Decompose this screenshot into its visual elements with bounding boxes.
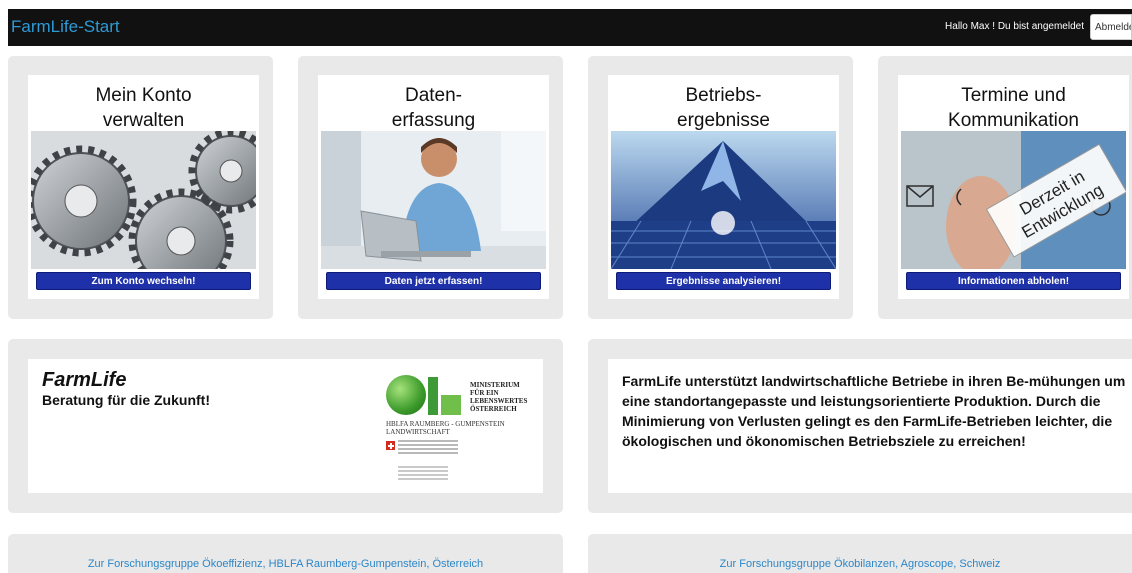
tile-card: Daten- erfassung Daten jetzt erfassen! [318,75,549,299]
brand-card: FarmLife Beratung für die Zukunft! MINIS… [28,359,543,493]
tile-title: Termine und Kommunikation [948,85,1079,131]
description-panel: FarmLife unterstützt landwirtschaftliche… [588,339,1132,513]
tile-title: Betriebs- ergebnisse [677,85,770,131]
tile-data-entry: Daten- erfassung Daten jetzt erfassen! [298,56,563,319]
tile-title: Daten- erfassung [391,85,476,131]
link-panel-left: Zur Forschungsgruppe Ökoeffizienz, HBLFA… [8,534,563,573]
account-button[interactable]: Zum Konto wechseln! [36,272,251,290]
farmlife-subtitle: Beratung für die Zukunft! [42,392,210,408]
gears-image [31,131,256,269]
mountain-grid-image [611,131,836,269]
ministry-text: MINISTERIUM FÜR EIN LEBENSWERTES ÖSTERRE… [470,381,528,413]
brand-link[interactable]: FarmLife-Start [11,17,120,37]
tile-communication: Termine und Kommunikation Derzeit in Ent… [878,56,1132,319]
top-navbar: FarmLife-Start Hallo Max ! Du bist angem… [8,9,1132,46]
results-button[interactable]: Ergebnisse analysieren! [616,272,831,290]
tile-results: Betriebs- ergebnisse Ergebnisse analysie… [588,56,853,319]
research-group-switzerland-link[interactable]: Zur Forschungsgruppe Ökobilanzen, Agrosc… [588,558,1132,570]
swiss-department-text [398,466,448,482]
description-text: FarmLife unterstützt landwirtschaftliche… [622,373,1126,449]
partner-logo: MINISTERIUM FÜR EIN LEBENSWERTES ÖSTERRE… [386,373,542,493]
communication-button[interactable]: Informationen abholen! [906,272,1121,290]
logo-bar [428,377,438,415]
tile-card: Termine und Kommunikation Derzeit in Ent… [898,75,1129,299]
logo-square [441,395,461,415]
swiss-flag-icon [386,441,395,450]
research-group-austria-link[interactable]: Zur Forschungsgruppe Ökoeffizienz, HBLFA… [8,558,563,570]
communication-image: Derzeit in Entwicklung [901,131,1126,269]
tile-title: Mein Konto verwalten [95,85,192,131]
description-card: FarmLife unterstützt landwirtschaftliche… [608,359,1132,493]
tile-account: Mein Konto verwalten Zum Konto wechseln! [8,56,273,319]
link-panel-right: Zur Forschungsgruppe Ökobilanzen, Agrosc… [588,534,1132,573]
logout-button[interactable]: Abmelden [1090,14,1132,40]
brand-panel: FarmLife Beratung für die Zukunft! MINIS… [8,339,563,513]
green-sphere-logo-icon [386,375,426,415]
person-laptop-image [321,131,546,269]
tile-card: Mein Konto verwalten Zum Konto wechseln! [28,75,259,299]
data-entry-button[interactable]: Daten jetzt erfassen! [326,272,541,290]
institute-text: HBLFA RAUMBERG - GUMPENSTEIN LANDWIRTSCH… [386,420,505,436]
farmlife-title: FarmLife [42,369,127,391]
login-greeting: Hallo Max ! Du bist angemeldet [945,21,1084,32]
swiss-federation-text [398,440,458,456]
tile-card: Betriebs- ergebnisse Ergebnisse analysie… [608,75,839,299]
